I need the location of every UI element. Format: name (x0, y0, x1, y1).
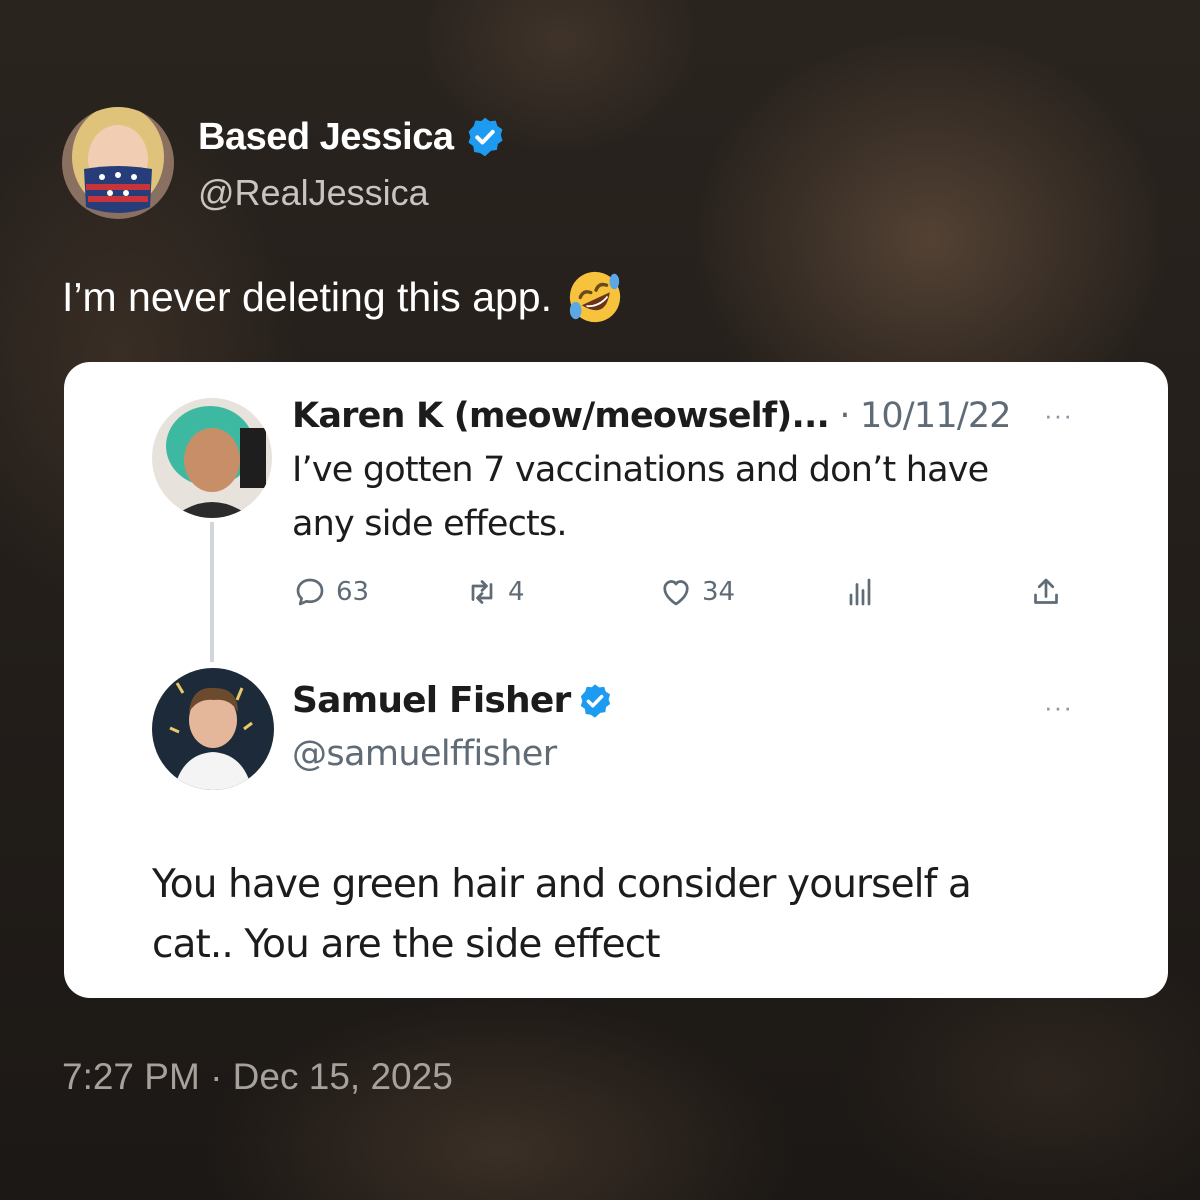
retweet-count: 4 (508, 577, 525, 607)
original-tweet-text-line1: I’ve gotten 7 vaccinations and don’t hav… (292, 450, 989, 490)
reply-author-name[interactable]: Samuel Fisher (292, 680, 571, 721)
author-handle[interactable]: @RealJessica (198, 172, 429, 214)
tweet-timestamp[interactable]: 7:27 PM · Dec 15, 2025 (62, 1056, 453, 1098)
original-author-name[interactable]: Karen K (meow/meowself)... (292, 396, 830, 436)
tweet-text-content: I’m never deleting this app. (62, 273, 552, 320)
like-button[interactable]: 34 (658, 572, 735, 612)
original-author-avatar-image (152, 398, 272, 518)
original-tweet-header: Karen K (meow/meowself)... · 10/11/22 (292, 396, 1012, 436)
reply-icon (296, 578, 324, 606)
author-avatar[interactable] (62, 107, 174, 219)
reply-author-name-row[interactable]: Samuel Fisher (292, 680, 614, 721)
reply-button[interactable]: 63 (292, 572, 369, 612)
author-display-name[interactable]: Based Jessica (198, 116, 454, 159)
bar-chart-icon (849, 578, 871, 606)
reply-author-avatar[interactable] (152, 668, 274, 790)
reply-author-avatar-image (152, 668, 274, 790)
verified-badge-icon (581, 683, 611, 718)
views-button[interactable] (842, 572, 886, 612)
retweet-icon (471, 580, 493, 604)
reply-text-line2: cat.. You are the side effect (152, 922, 661, 967)
original-tweet-date[interactable]: · 10/11/22 (839, 396, 1011, 436)
tweet-text: I’m never deleting this app. (62, 268, 624, 326)
more-options-icon[interactable]: ··· (1044, 400, 1073, 431)
original-author-avatar[interactable] (152, 398, 272, 518)
retweet-button[interactable]: 4 (464, 572, 525, 612)
author-name-row[interactable]: Based Jessica (198, 113, 507, 161)
reply-count: 63 (336, 577, 370, 607)
more-options-icon[interactable]: ··· (1044, 692, 1073, 723)
reply-author-handle[interactable]: @samuelffisher (292, 734, 557, 774)
original-tweet-text-line2: any side effects. (292, 504, 568, 544)
thread-connector-line (210, 522, 214, 662)
heart-icon (663, 580, 689, 606)
reply-text-line1: You have green hair and consider yoursel… (152, 862, 972, 907)
quoted-image-card[interactable]: Karen K (meow/meowself)... · 10/11/22 ··… (64, 362, 1168, 998)
share-button[interactable] (1028, 572, 1072, 612)
share-icon (1034, 578, 1058, 604)
rolling-on-floor-laughing-icon (569, 271, 621, 323)
verified-badge-icon (468, 117, 504, 157)
author-avatar-image (62, 107, 174, 219)
like-count: 34 (702, 577, 736, 607)
